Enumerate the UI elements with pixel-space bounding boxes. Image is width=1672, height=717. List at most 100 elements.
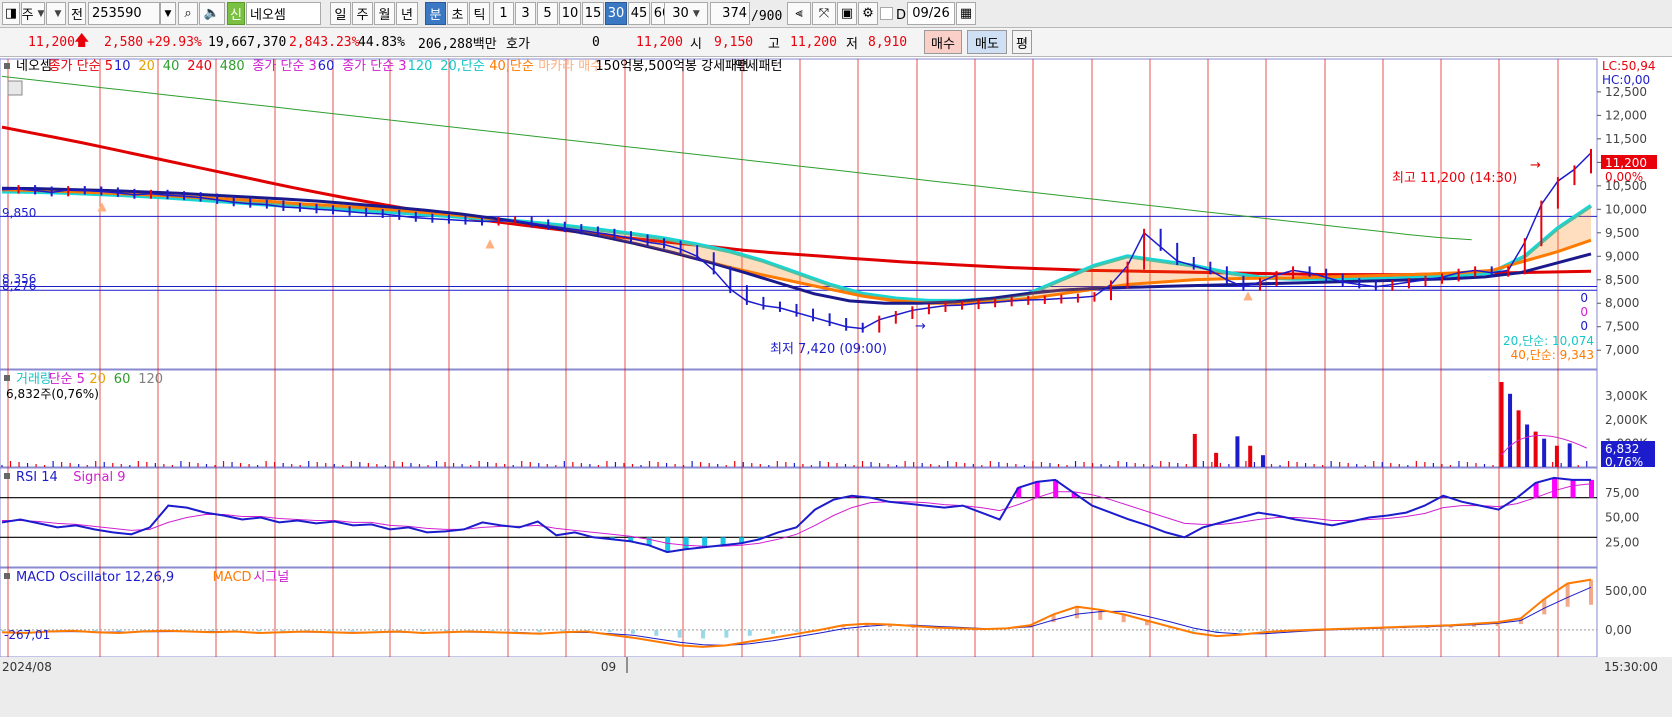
rsi-tick-label: 50,00 — [1605, 511, 1639, 525]
low-arrow: → — [915, 319, 926, 334]
macd-osc-bar — [490, 629, 495, 632]
interval-15[interactable]: 15 — [582, 2, 604, 25]
candle-icon[interactable]: ⫷ — [787, 2, 811, 25]
rsi-legend-marker — [4, 473, 10, 479]
price-tick-label: 9,500 — [1605, 226, 1639, 240]
rsi-overbought-fill — [1589, 479, 1594, 498]
period-0[interactable]: 일 — [330, 2, 351, 25]
count-input[interactable]: 374 — [710, 2, 750, 25]
interval-3[interactable]: 3 — [515, 2, 536, 25]
volume-value: 19,667,370 — [208, 34, 287, 50]
stock-name-field[interactable]: 네오셈 — [246, 2, 321, 25]
volume-legend-item: 20 — [89, 372, 106, 387]
period-type-select[interactable]: 주 — [21, 2, 45, 25]
volume-bar — [1516, 410, 1521, 467]
volume-pct-text: 0,76% — [1605, 455, 1643, 469]
high-arrow: → — [1530, 158, 1541, 173]
price-legend-item: 20 — [138, 59, 155, 74]
period-5[interactable]: 초 — [447, 2, 468, 25]
rsi-oversold-fill — [665, 537, 671, 553]
interval-select[interactable]: 30 — [664, 2, 708, 25]
volume-bar — [1214, 452, 1219, 467]
rsi-tick-label: 75,00 — [1605, 486, 1639, 500]
gear-icon[interactable]: ⚙ — [858, 2, 878, 25]
stock-chart[interactable]: 12,50012,00011,50011,00010,50010,0009,50… — [0, 57, 1672, 717]
buy-button[interactable]: 매수 — [924, 30, 962, 54]
stock-code-input[interactable]: 253590 — [88, 2, 160, 25]
sound-icon[interactable]: 🔈 — [199, 2, 225, 25]
volume-tick-label: 3,000K — [1605, 389, 1648, 403]
buy-marker: ▲ — [485, 236, 495, 250]
save-icon[interactable]: ▣ — [837, 2, 857, 25]
rsi-tick-label: 25,00 — [1605, 535, 1639, 549]
interval-5[interactable]: 5 — [537, 2, 558, 25]
tool-icon[interactable]: ⤧ — [812, 2, 836, 25]
price-tick-label: 8,500 — [1605, 273, 1639, 287]
search-icon[interactable]: ⌕ — [178, 2, 198, 25]
code-dropdown-icon[interactable]: ▼ — [160, 2, 176, 25]
macd-osc-bar — [654, 629, 659, 636]
macd-osc-bar — [1074, 606, 1079, 619]
macd-osc-bar — [373, 629, 378, 632]
price-legend-item: 480 — [220, 59, 245, 74]
prev-button[interactable]: 전 — [68, 2, 86, 25]
price-legend-item: 150억봉,500억봉 강세패턴 — [595, 59, 749, 74]
volume-bar — [1499, 382, 1504, 467]
macd-osc-bar — [210, 629, 215, 632]
macd-tick-label: 500,00 — [1605, 584, 1647, 598]
interval-1[interactable]: 1 — [493, 2, 514, 25]
price-legend-item: 120 — [408, 59, 433, 74]
level-label-1: 9,850 — [2, 206, 36, 220]
hoga-value: 0 — [592, 34, 600, 50]
price-tick-label: 9,000 — [1605, 249, 1639, 263]
x-axis-label: 09 — [601, 660, 616, 674]
price-legend-item: 약세패턴 — [735, 59, 783, 74]
chart-menu-icon[interactable]: ◨ — [2, 2, 20, 25]
buy-marker: ▲ — [97, 199, 107, 213]
volume-bar — [1542, 438, 1547, 467]
volume-bar — [1260, 455, 1265, 467]
price-tick-label: 8,000 — [1605, 296, 1639, 310]
macd-legend-marker — [4, 573, 10, 579]
macd-osc-bar — [93, 629, 98, 632]
price-legend-item: 마카라 매수 — [538, 59, 602, 74]
low-price: 8,910 — [868, 34, 908, 50]
eval-button[interactable]: 평 — [1012, 30, 1032, 54]
period-3[interactable]: 년 — [396, 2, 418, 25]
interval-30[interactable]: 30 — [605, 2, 627, 25]
macd-osc-bar — [1261, 629, 1266, 632]
high-price: 11,200 — [790, 34, 837, 50]
price-legend-item: 10 — [114, 59, 131, 74]
macd-osc-bar — [116, 629, 121, 632]
calendar-icon[interactable]: ▦ — [956, 2, 976, 25]
date-input[interactable]: 09/26 — [907, 2, 955, 25]
macd-osc-bar — [677, 629, 682, 638]
hoga-price: 11,200 — [636, 34, 683, 50]
low-label: 저 — [846, 36, 858, 52]
macd-osc-bar — [257, 629, 262, 632]
low-annotation: 최저 7,420 (09:00) — [770, 342, 887, 357]
macd-osc-bar — [1565, 583, 1570, 607]
volume-sub-label: 6,832주(0,76%) — [6, 387, 99, 401]
ma-value-label: 40,단순: 9,343 — [1511, 348, 1594, 362]
volume-bar — [1554, 445, 1559, 467]
period-1[interactable]: 주 — [352, 2, 373, 25]
dropdown-chevron-icon[interactable] — [46, 2, 66, 25]
volume-bar — [1192, 433, 1197, 467]
volume-legend-item: 거래량 — [16, 372, 52, 387]
period-4[interactable]: 분 — [425, 2, 446, 25]
date-checkbox[interactable] — [880, 7, 893, 20]
price-legend-item: 20,단순 — [440, 59, 485, 74]
interval-45[interactable]: 45 — [628, 2, 650, 25]
macd-osc-bar — [560, 629, 565, 632]
rsi-overbought-fill — [1552, 477, 1558, 498]
x-axis-label: 2024/08 — [2, 660, 52, 674]
right-small-label: 0 — [1580, 319, 1588, 333]
sell-button[interactable]: 매도 — [967, 30, 1007, 54]
interval-10[interactable]: 10 — [559, 2, 581, 25]
macd-legend-item: MACD Oscillator 12,26,9 — [16, 570, 174, 585]
macd-osc-bar — [537, 629, 542, 632]
period-2[interactable]: 월 — [374, 2, 395, 25]
period-6[interactable]: 틱 — [469, 2, 490, 25]
price-tick-label: 7,000 — [1605, 343, 1639, 357]
